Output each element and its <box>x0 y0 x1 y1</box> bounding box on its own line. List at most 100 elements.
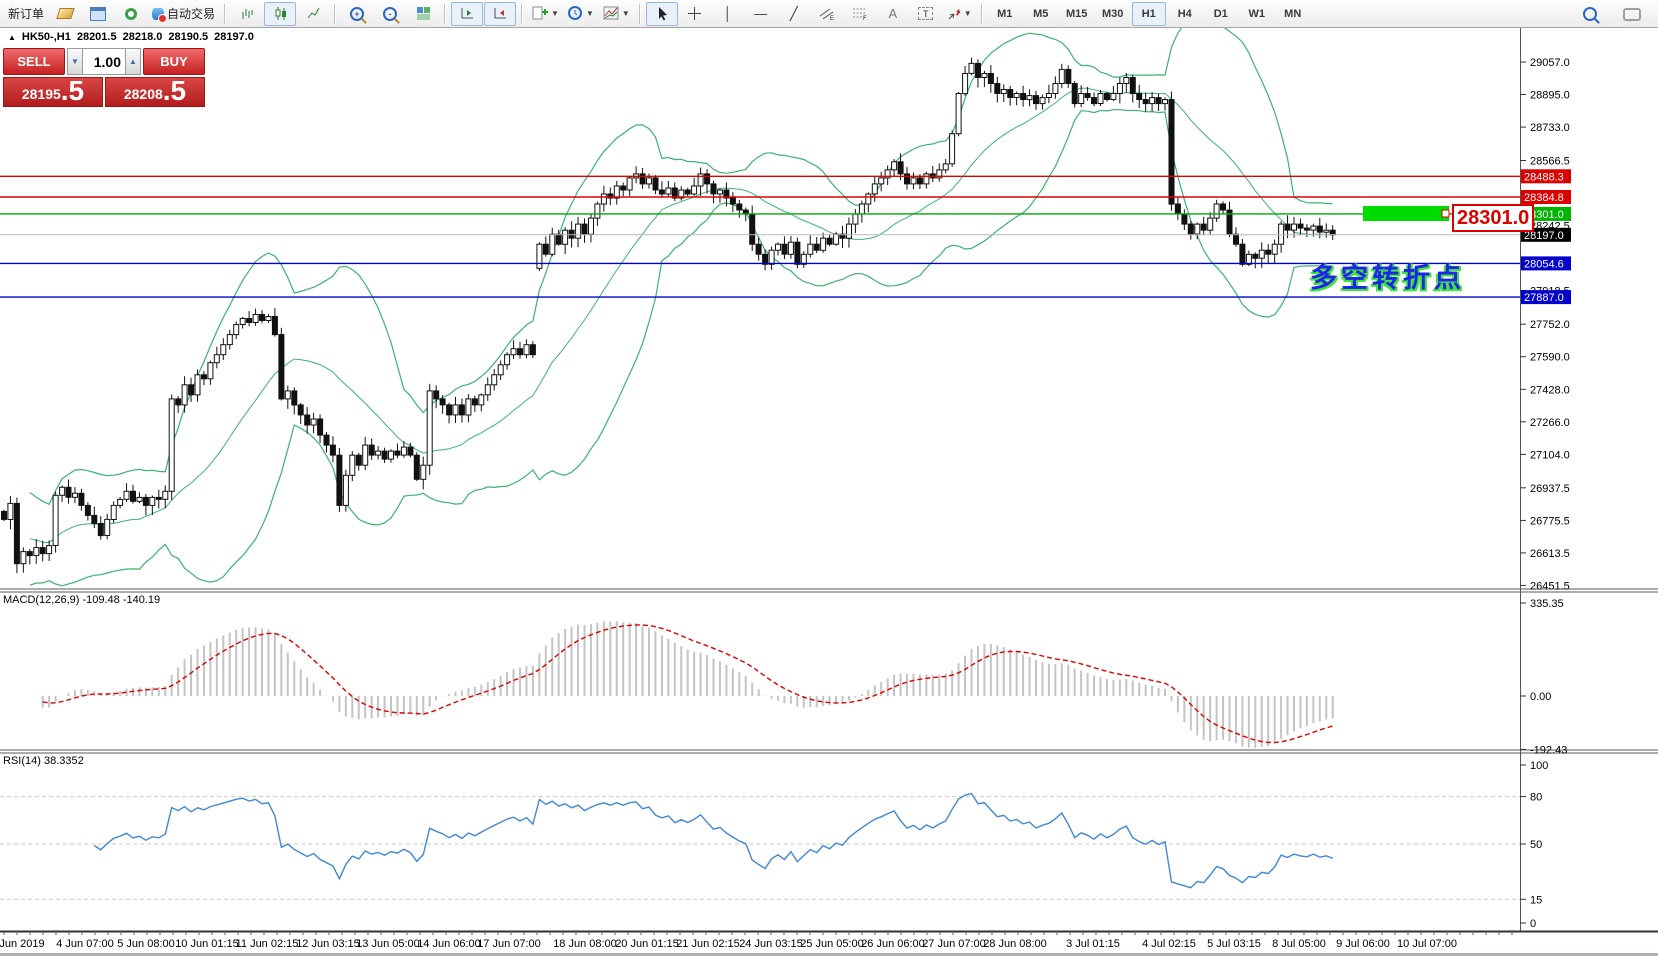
text-label-tool-button[interactable]: T <box>910 2 942 26</box>
sell-button[interactable]: SELL <box>3 48 65 75</box>
cursor-icon <box>655 6 669 21</box>
autotrading-label: 自动交易 <box>167 5 215 22</box>
highlighter-button[interactable] <box>49 2 81 26</box>
timeframe-mn-button[interactable]: MN <box>1276 2 1310 26</box>
line-chart-icon <box>306 6 321 21</box>
chart-canvas[interactable]: 29057.028895.028733.028566.528242.527918… <box>0 0 1658 956</box>
rsi-label: RSI(14) 38.3352 <box>3 755 84 767</box>
trendline-tool-button[interactable]: ╱ <box>778 2 810 26</box>
tile-windows-button[interactable] <box>407 2 439 26</box>
line-chart-mode-button[interactable] <box>297 2 329 26</box>
bollinger-bands <box>30 17 1333 586</box>
volume-increase-button[interactable]: ▲ <box>125 48 141 75</box>
zoom-in-button[interactable]: + <box>341 2 373 26</box>
panel-separators <box>0 28 1658 932</box>
timeframe-m30-button[interactable]: M30 <box>1096 2 1130 26</box>
chart-shift-button[interactable] <box>451 2 483 26</box>
arrows-icon <box>947 7 961 21</box>
svg-text:29057.0: 29057.0 <box>1530 57 1570 69</box>
svg-text:27104.0: 27104.0 <box>1530 449 1570 461</box>
volume-input[interactable]: 1.00 <box>83 48 125 75</box>
svg-text:13 Jun 05:00: 13 Jun 05:00 <box>356 938 420 950</box>
svg-text:14 Jun 06:00: 14 Jun 06:00 <box>417 938 481 950</box>
svg-text:335.35: 335.35 <box>1530 598 1564 610</box>
svg-text:5 Jul 03:15: 5 Jul 03:15 <box>1207 938 1261 950</box>
timeframe-toolbar: M1M5M15M30H1H4D1W1MN <box>988 2 1310 26</box>
zoom-out-button[interactable]: - <box>374 2 406 26</box>
ohlc-close: 28197.0 <box>214 31 254 43</box>
search-button[interactable] <box>1574 2 1606 26</box>
volume-stepper: ▼ 1.00 ▲ <box>67 48 141 75</box>
timeframe-h1-button[interactable]: H1 <box>1132 2 1166 26</box>
svg-text:0: 0 <box>1530 918 1536 930</box>
chinese-annotation-text[interactable]: 多空转折点 <box>1310 256 1465 295</box>
periods-button[interactable]: ▼ <box>564 2 598 26</box>
autotrading-button[interactable]: 自动交易 <box>148 2 219 26</box>
sell-price-display[interactable]: 28195 .5 <box>3 77 103 107</box>
text-tool-button[interactable]: A <box>877 2 909 26</box>
symbol-collapse-icon[interactable]: ▲ <box>8 33 16 42</box>
fibonacci-tool-button[interactable]: F <box>844 2 876 26</box>
search-icon <box>1583 7 1597 21</box>
svg-text:27428.0: 27428.0 <box>1530 384 1570 396</box>
buy-price-display[interactable]: 28208 .5 <box>105 77 205 107</box>
svg-text:50: 50 <box>1530 839 1542 851</box>
toolbar-separator <box>639 4 641 24</box>
vertical-line-icon: │ <box>724 7 732 20</box>
timeframe-m5-button[interactable]: M5 <box>1024 2 1058 26</box>
vertical-line-tool-button[interactable]: │ <box>712 2 744 26</box>
svg-text:27266.0: 27266.0 <box>1530 417 1570 429</box>
dropdown-caret-icon: ▼ <box>622 9 630 18</box>
chat-icon <box>1623 8 1641 21</box>
timeframe-m15-button[interactable]: M15 <box>1060 2 1094 26</box>
svg-text:27887.0: 27887.0 <box>1524 292 1564 304</box>
bar-chart-mode-button[interactable] <box>231 2 263 26</box>
candles <box>2 58 1336 574</box>
svg-text:10 Jul 07:00: 10 Jul 07:00 <box>1397 938 1457 950</box>
mt4-terminal-window: 29057.028895.028733.028566.528242.527918… <box>0 0 1658 956</box>
timeframe-w1-button[interactable]: W1 <box>1240 2 1274 26</box>
channel-icon: E <box>819 6 835 21</box>
ohlc-open: 28201.5 <box>77 31 117 43</box>
chat-button[interactable] <box>1616 2 1648 26</box>
svg-text:9 Jul 06:00: 9 Jul 06:00 <box>1336 938 1390 950</box>
svg-text:10 Jun 01:15: 10 Jun 01:15 <box>175 938 239 950</box>
svg-text:100: 100 <box>1530 760 1548 772</box>
one-click-trade-widget: SELL ▼ 1.00 ▲ BUY 28195 .5 28208 .5 <box>3 48 205 107</box>
svg-text:E: E <box>830 16 834 21</box>
template-icon <box>603 6 619 21</box>
symbol-name: HK50-,H1 <box>22 31 71 43</box>
clock-icon <box>568 6 583 21</box>
volume-decrease-button[interactable]: ▼ <box>67 48 83 75</box>
add-indicator-button[interactable]: ▼ <box>528 2 563 26</box>
cursor-tool-button[interactable] <box>646 2 678 26</box>
highlight-rectangle[interactable] <box>1363 206 1449 221</box>
candlestick-icon <box>273 6 288 21</box>
arrows-tool-button[interactable]: ▼ <box>943 2 976 26</box>
crosshair-tool-button[interactable] <box>679 2 711 26</box>
horizontal-line-tool-button[interactable]: — <box>745 2 777 26</box>
new-order-button[interactable]: 新订单 <box>4 2 48 26</box>
timeframe-d1-button[interactable]: D1 <box>1204 2 1238 26</box>
svg-text:80: 80 <box>1530 792 1542 804</box>
timeframe-h4-button[interactable]: H4 <box>1168 2 1202 26</box>
timeframe-m1-button[interactable]: M1 <box>988 2 1022 26</box>
horizontal-lines[interactable] <box>0 176 1520 297</box>
highlighter-icon <box>56 8 75 19</box>
market-watch-button[interactable] <box>82 2 114 26</box>
svg-text:28733.0: 28733.0 <box>1530 122 1570 134</box>
dropdown-caret-icon: ▼ <box>551 9 559 18</box>
highlight-price-label[interactable]: 28301.0 <box>1452 204 1534 232</box>
svg-text:26451.5: 26451.5 <box>1530 580 1570 592</box>
macd-axis: 335.350.00-192.43 <box>1520 598 1567 756</box>
signals-button[interactable] <box>115 2 147 26</box>
channel-tool-button[interactable]: E <box>811 2 843 26</box>
text-label-icon: T <box>918 7 933 20</box>
svg-text:4 Jul 02:15: 4 Jul 02:15 <box>1142 938 1196 950</box>
buy-button[interactable]: BUY <box>143 48 205 75</box>
svg-text:21 Jun 02:15: 21 Jun 02:15 <box>676 938 740 950</box>
auto-scroll-button[interactable] <box>484 2 516 26</box>
bar-chart-icon <box>240 6 255 21</box>
templates-button[interactable]: ▼ <box>599 2 634 26</box>
candlestick-mode-button[interactable] <box>264 2 296 26</box>
